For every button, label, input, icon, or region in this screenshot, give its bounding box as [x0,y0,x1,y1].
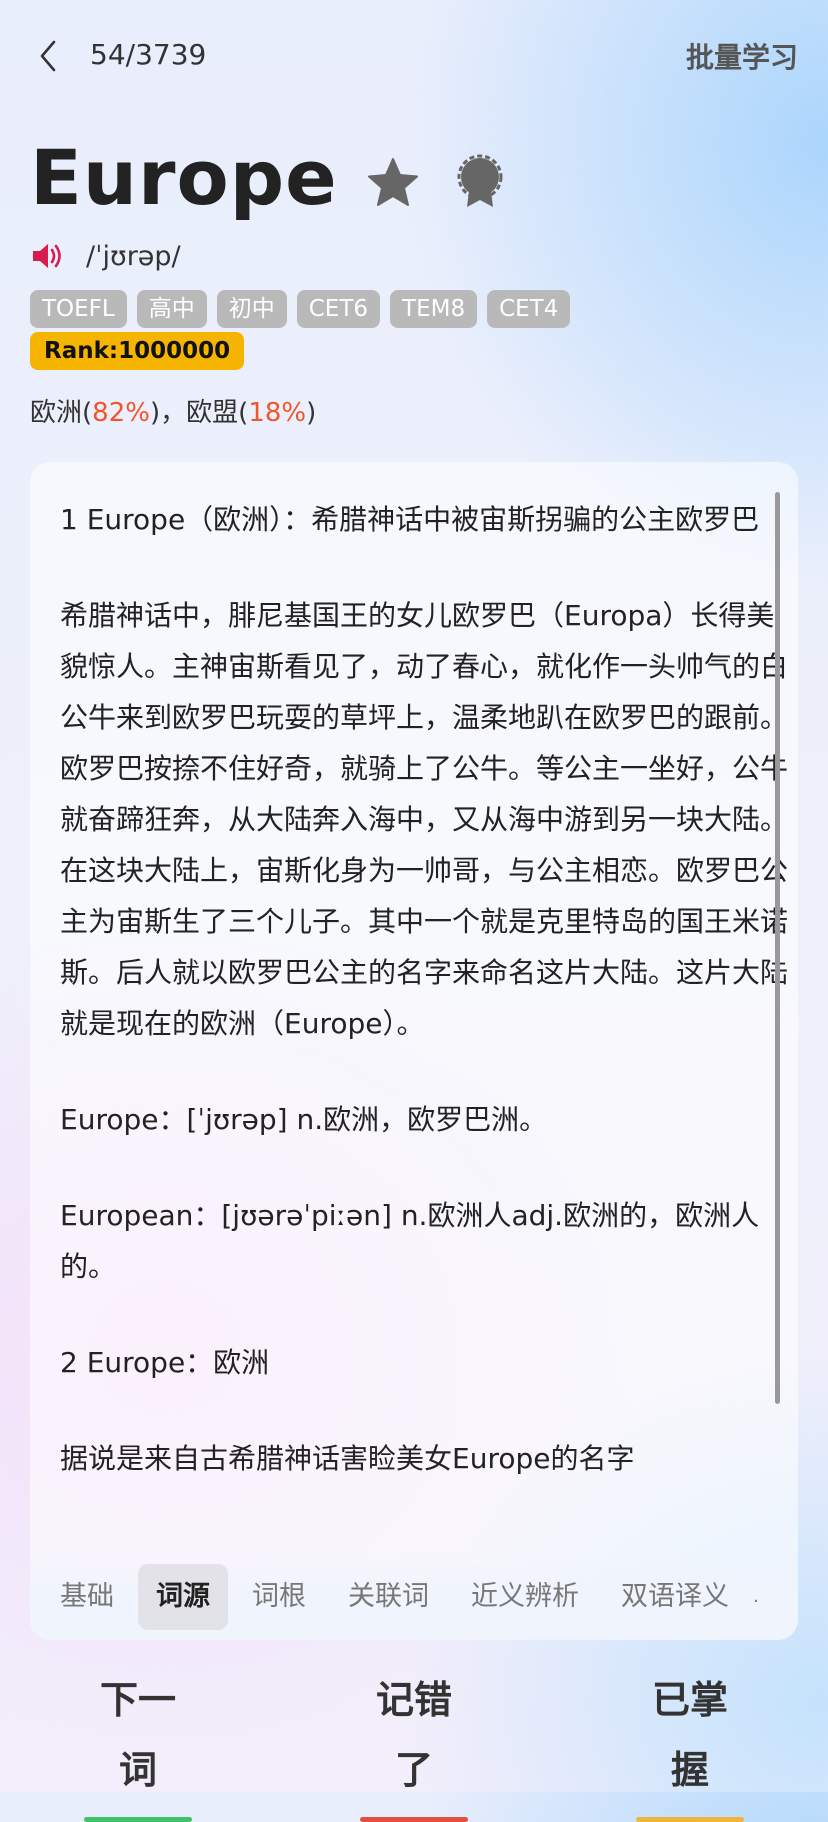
tag-cet4: CET4 [487,290,571,328]
tab-etymology[interactable]: 词源 [138,1564,228,1630]
phonetic-row: /ˈjʊrəp/ [30,236,181,276]
batch-study-button[interactable]: 批量学习 [686,36,798,76]
tag-junior-high: 初中 [216,290,287,328]
favorite-button[interactable] [365,155,421,211]
next-word-underline [84,1817,192,1822]
mastered-underline [636,1817,744,1822]
chevron-left-icon [40,40,56,72]
meaning-percent: 18% [248,398,307,428]
word-title: Europe [30,133,338,222]
etymology-paragraph: European：[jʊərəˈpiːən] n.欧洲人adj.欧洲的，欧洲人的… [60,1199,760,1283]
star-icon [368,158,418,206]
etymology-paragraph: Europe：[ˈjʊrəp] n.欧洲，欧罗巴洲。 [60,1103,548,1136]
badge-icon [457,154,503,207]
etymology-paragraph: 2 Europe：欧洲 [60,1346,270,1379]
mistake-label: 记错了 [375,1678,452,1792]
phonetic-text: /ˈjʊrəp/ [86,240,181,272]
back-button[interactable] [30,36,70,76]
next-word-label: 下一词 [99,1678,176,1792]
mastered-button[interactable]: 已掌握 [635,1665,745,1822]
etymology-paragraph: 希腊神话中，腓尼基国王的女儿欧罗巴（Europa）长得美貌惊人。主神宙斯看见了，… [60,599,789,1040]
meaning-word: 欧洲 [30,398,83,428]
exam-tags: TOEFL 高中 初中 CET6 TEM8 CET4 [30,290,571,328]
meaning-word: 欧盟 [186,398,239,428]
action-bar: 下一词 记错了 已掌握 [0,1665,828,1822]
section-tabs: 基础 词源 词根 关联词 近义辨析 双语译义 . [30,1564,798,1630]
mistake-button[interactable]: 记错了 [359,1665,469,1822]
mastered-label: 已掌握 [651,1678,728,1792]
tab-synonyms[interactable]: 近义辨析 [453,1564,597,1630]
tab-basic[interactable]: 基础 [42,1564,132,1630]
tag-toefl: TOEFL [30,290,127,328]
next-word-button[interactable]: 下一词 [83,1665,193,1822]
tab-bilingual[interactable]: 双语译义 [603,1564,747,1630]
top-bar: 54/3739 批量学习 [0,0,828,110]
tag-cet6: CET6 [296,290,381,328]
tab-roots[interactable]: 词根 [234,1564,324,1630]
tab-related-words[interactable]: 关联词 [330,1564,447,1630]
meaning-distribution: 欧洲(82%)，欧盟(18%) [30,398,317,428]
meaning-separator: ， [160,398,187,428]
etymology-content[interactable]: 1 Europe（欧洲）：希腊神话中被宙斯拐骗的公主欧罗巴 希腊神话中，腓尼基国… [60,494,790,1574]
mistake-underline [360,1817,468,1822]
progress-counter: 54/3739 [90,38,207,71]
etymology-card: 1 Europe（欧洲）：希腊神话中被宙斯拐骗的公主欧罗巴 希腊神话中，腓尼基国… [30,462,798,1640]
tag-senior-high: 高中 [136,290,207,328]
scrollbar[interactable] [775,492,780,1404]
tabs-overflow-indicator: . [753,1586,759,1607]
etymology-paragraph: 1 Europe（欧洲）：希腊神话中被宙斯拐骗的公主欧罗巴 [60,503,760,536]
speaker-icon[interactable] [30,239,64,273]
rank-badge: Rank:1000000 [30,332,245,370]
tag-tem8: TEM8 [390,290,478,328]
etymology-paragraph: 据说是来自古希腊神话害睑美女Europe的名字 [60,1442,635,1475]
meaning-percent: 82% [92,398,150,428]
badge-button[interactable] [455,153,505,211]
